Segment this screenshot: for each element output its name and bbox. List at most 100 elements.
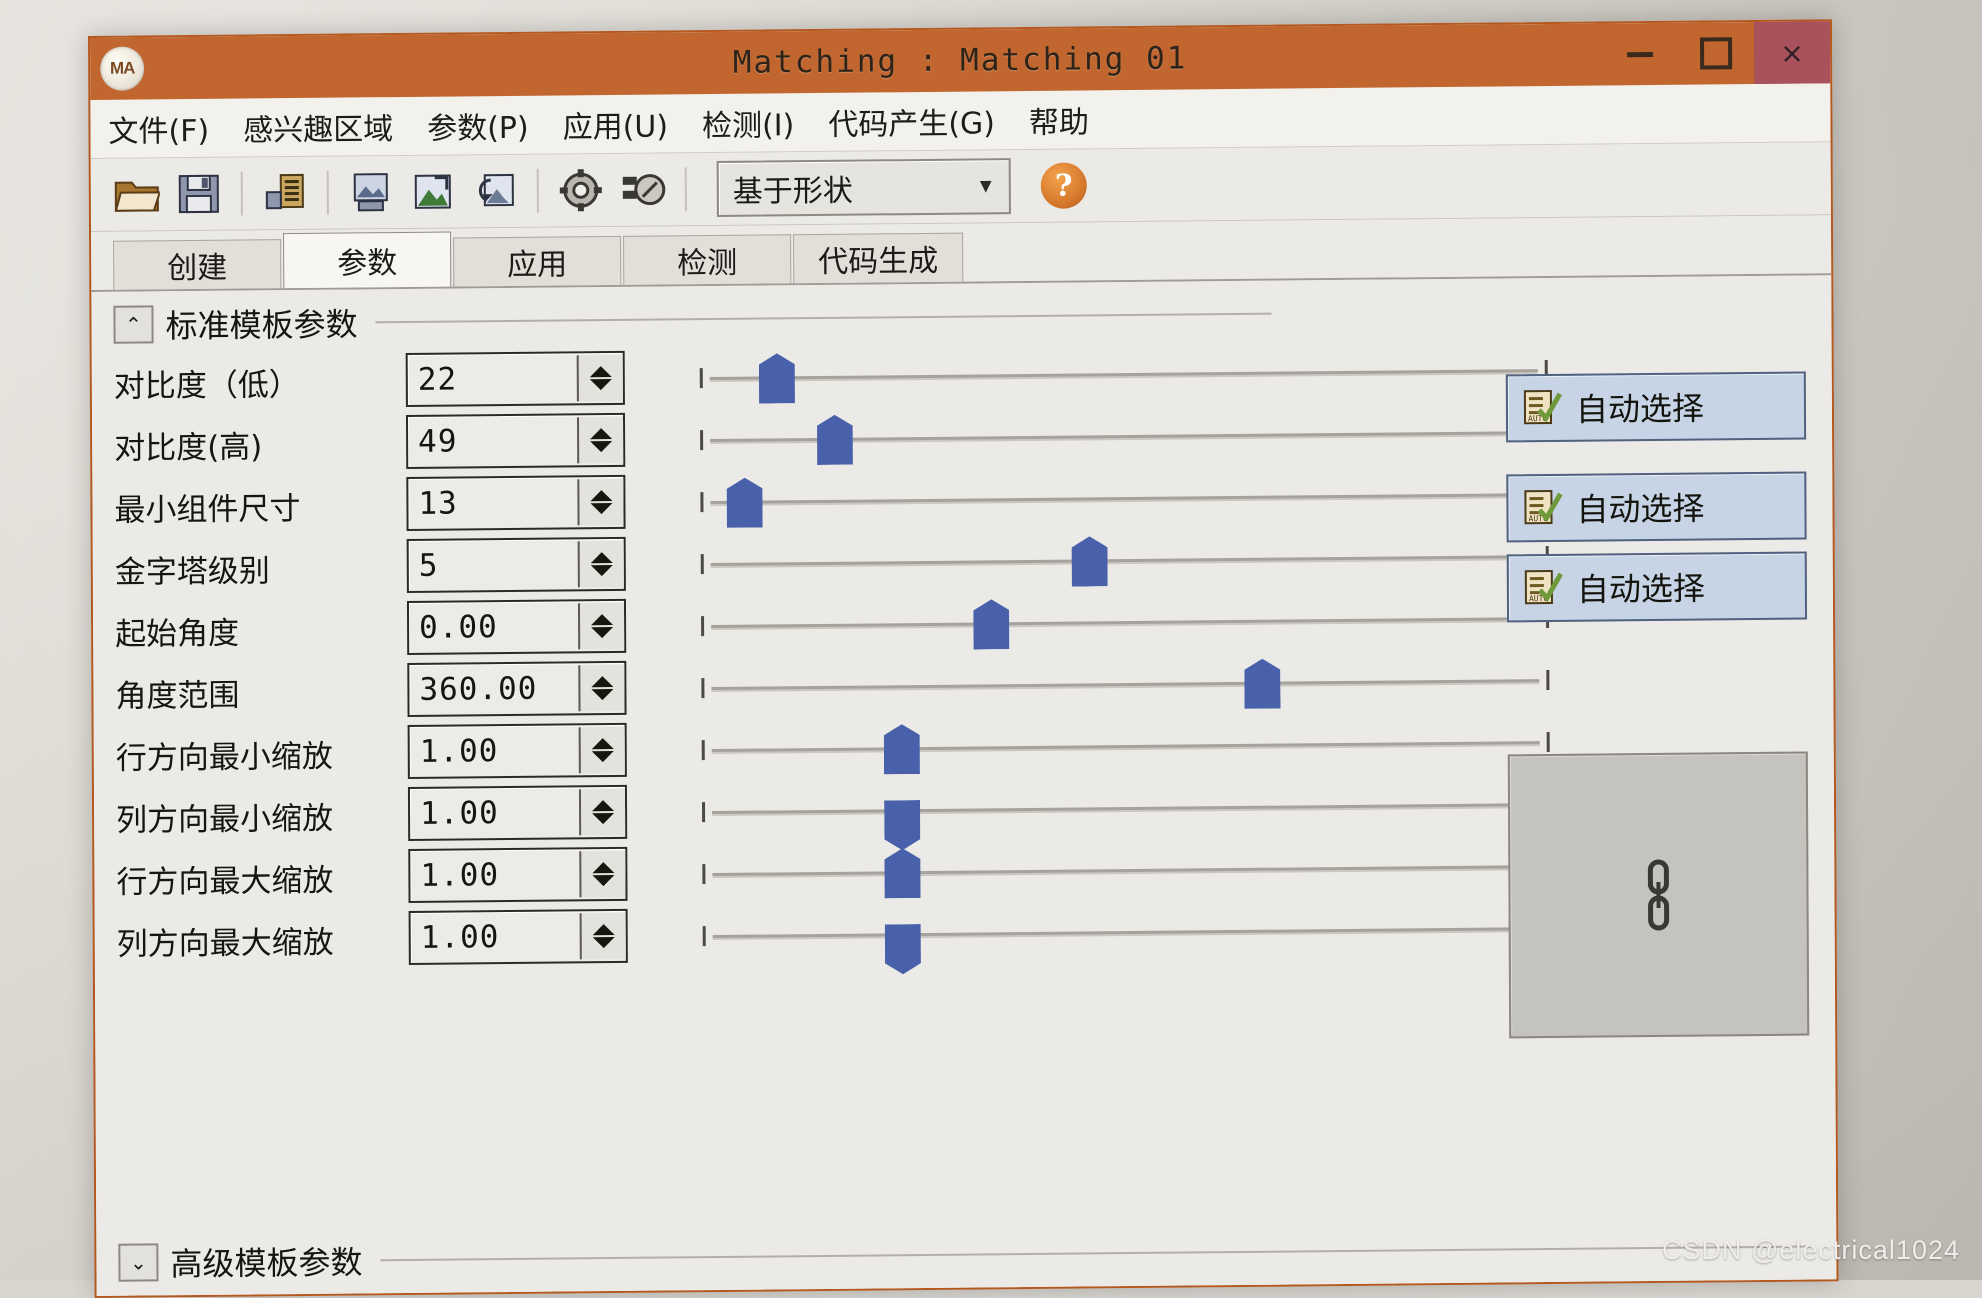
inspect-icon[interactable] [615, 161, 671, 218]
matching-method-value: 基于形状 [732, 174, 853, 209]
menu-item-code-generation[interactable]: 代码产生(G) [828, 98, 995, 144]
spinbox-col-scale-min[interactable]: 1.00 [407, 784, 628, 841]
value-col-scale-min: 1.00 [419, 795, 499, 832]
slider-col-scale-max[interactable] [695, 896, 1565, 966]
slider-track[interactable] [710, 555, 1539, 567]
spinbox-row-scale-min[interactable]: 1.00 [407, 722, 627, 779]
slider-thumb-contrast-high[interactable] [817, 415, 853, 465]
slider-min-component-size[interactable] [692, 462, 1562, 532]
stepper-col-scale-min[interactable] [578, 788, 626, 836]
save-image-icon[interactable] [343, 164, 399, 221]
model-preview-panel[interactable] [1507, 751, 1810, 1039]
menu-item-help[interactable]: 帮助 [1029, 97, 1089, 142]
tab-parameters[interactable]: 参数 [283, 231, 452, 289]
slider-contrast-low[interactable] [692, 338, 1562, 408]
slider-track[interactable] [711, 617, 1540, 629]
label-min-component-size: 最小组件尺寸 [114, 490, 301, 529]
window-title: Matching : Matching 01 [732, 40, 1188, 81]
menu-item-file[interactable]: 文件(F) [108, 106, 209, 151]
slider-thumb-min-component-size[interactable] [727, 478, 763, 528]
label-contrast-low: 对比度（低） [113, 366, 300, 405]
slider-start-angle[interactable] [693, 586, 1563, 656]
slider-track[interactable] [711, 741, 1540, 753]
slider-thumb-angle-extent[interactable] [1244, 659, 1280, 709]
matching-method-combo[interactable]: 基于形状 ▼ [716, 158, 1011, 217]
slider-thumb-row-scale-min[interactable] [884, 724, 920, 774]
tab-create[interactable]: 创建 [113, 239, 282, 290]
save-icon[interactable] [171, 166, 227, 223]
slider-pyramid-level[interactable] [693, 524, 1563, 594]
load-image-icon[interactable] [405, 163, 461, 220]
stepper-start-angle[interactable] [577, 602, 625, 650]
stepper-min-component-size[interactable] [577, 478, 624, 526]
help-icon[interactable]: ? [1040, 162, 1087, 209]
window-controls: × [1602, 21, 1831, 86]
stepper-contrast-low[interactable] [576, 354, 623, 402]
chevron-down-icon[interactable]: ▼ [963, 175, 1009, 198]
stepper-contrast-high[interactable] [576, 416, 624, 464]
collapse-toggle-advanced[interactable]: ⌄ [118, 1243, 159, 1282]
spinbox-col-scale-max[interactable]: 1.00 [408, 908, 628, 965]
spinbox-row-scale-max[interactable]: 1.00 [408, 846, 628, 903]
menu-item-roi[interactable]: 感兴趣区域 [243, 104, 393, 149]
auto-select-label: 自动选择 [1575, 390, 1705, 428]
collapse-toggle-standard[interactable]: ⌃ [113, 305, 154, 344]
minimize-button[interactable] [1602, 23, 1678, 86]
stepper-row-scale-min[interactable] [578, 726, 625, 774]
spinbox-angle-extent[interactable]: 360.00 [407, 660, 627, 717]
spinbox-start-angle[interactable]: 0.00 [406, 598, 627, 655]
spinbox-min-component-size[interactable]: 13 [406, 474, 626, 531]
slider-thumb-col-scale-max[interactable] [885, 924, 921, 974]
slider-thumb-contrast-low[interactable] [759, 353, 795, 403]
toolbar-separator [326, 170, 329, 215]
stepper-pyramid-level[interactable] [577, 540, 624, 588]
slider-thumb-row-scale-max[interactable] [884, 848, 920, 898]
tab-inspect[interactable]: 检测 [623, 234, 792, 285]
slider-track[interactable] [711, 679, 1540, 691]
label-contrast-high: 对比度(高) [114, 428, 263, 467]
auto-select-icon: AUTO [1523, 568, 1563, 608]
slider-thumb-start-angle[interactable] [973, 599, 1009, 649]
slider-track[interactable] [712, 927, 1541, 939]
slider-row-scale-min[interactable] [694, 710, 1564, 780]
slider-col-scale-min[interactable] [694, 772, 1564, 842]
slider-thumb-pyramid-level[interactable] [1071, 536, 1107, 586]
stepper-col-scale-max[interactable] [579, 912, 626, 960]
auto-select-button-pyramid[interactable]: AUTO 自动选择 [1506, 551, 1808, 623]
slider-row-scale-max[interactable] [694, 834, 1564, 904]
menu-item-parameters[interactable]: 参数(P) [427, 103, 529, 148]
auto-select-column: AUTO 自动选择 AUTO 自动选择 AUTO 自动选择 [1505, 346, 1810, 1039]
slider-contrast-high[interactable] [692, 400, 1562, 470]
menu-item-inspect[interactable]: 检测(I) [702, 100, 794, 145]
slider-track[interactable] [710, 493, 1539, 505]
advanced-template-group-header: ⌄ 高级模板参数 [118, 1220, 1811, 1290]
settings-gear-icon[interactable] [553, 162, 609, 219]
slider-tick-min [701, 678, 705, 699]
refresh-image-icon[interactable] [467, 163, 523, 220]
slider-track[interactable] [712, 803, 1541, 815]
auto-select-button-min-size[interactable]: AUTO 自动选择 [1506, 471, 1807, 543]
tab-code-generation[interactable]: 代码生成 [793, 232, 964, 284]
label-row-scale-min: 行方向最小缩放 [115, 738, 333, 777]
label-pyramid-level: 金字塔级别 [114, 552, 270, 591]
menu-item-apply[interactable]: 应用(U) [563, 101, 669, 146]
spinbox-contrast-low[interactable]: 22 [405, 350, 625, 407]
stepper-angle-extent[interactable] [578, 664, 625, 712]
spinbox-pyramid-level[interactable]: 5 [406, 536, 626, 593]
tab-apply[interactable]: 应用 [453, 235, 622, 287]
value-min-component-size: 13 [418, 485, 458, 522]
spinbox-contrast-high[interactable]: 49 [405, 412, 626, 469]
slider-angle-extent[interactable] [693, 648, 1563, 718]
auto-select-label: 自动选择 [1576, 570, 1706, 608]
maximize-button[interactable] [1678, 22, 1754, 85]
value-row-scale-max: 1.00 [420, 857, 500, 894]
slider-tick-min [702, 864, 706, 885]
stepper-row-scale-max[interactable] [579, 850, 626, 898]
auto-select-button-contrast[interactable]: AUTO 自动选择 [1505, 371, 1807, 443]
slider-track[interactable] [709, 369, 1538, 381]
slider-track[interactable] [712, 865, 1541, 877]
slider-tick-min [701, 616, 705, 637]
save-parameters-icon[interactable] [257, 165, 313, 222]
close-button[interactable]: × [1753, 21, 1831, 85]
open-folder-icon[interactable] [109, 166, 165, 223]
